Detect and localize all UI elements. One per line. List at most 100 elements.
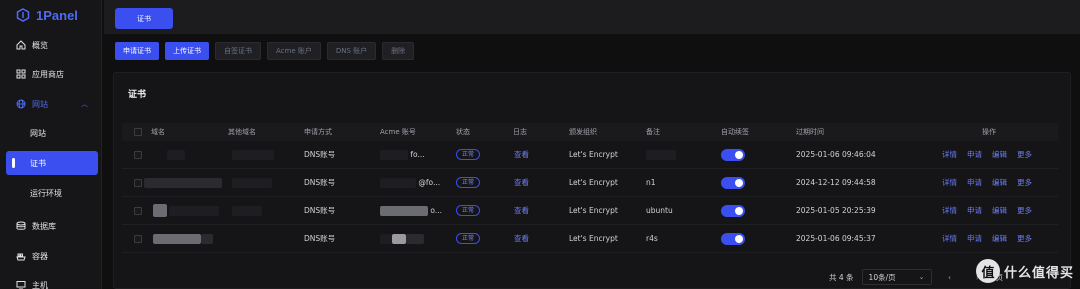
view-log-link[interactable]: 查看 <box>514 233 529 244</box>
more-link[interactable]: 更多 <box>1017 233 1032 244</box>
col-log[interactable]: 日志 <box>513 127 527 137</box>
sidebar-item-website[interactable]: 网站 <box>0 121 100 145</box>
grid-icon <box>16 69 26 79</box>
view-log-link[interactable]: 查看 <box>514 205 529 216</box>
certificate-card: 证书 域名 其他域名 申请方式 Acme 账号 状态 日志 颁发组织 备注 自动… <box>113 72 1071 289</box>
apply-link[interactable]: 申请 <box>967 205 982 216</box>
edit-link[interactable]: 编辑 <box>992 233 1007 244</box>
sidebar-item-label: 证书 <box>30 158 46 168</box>
row-checkbox[interactable] <box>134 234 142 243</box>
redacted-domain <box>153 204 220 217</box>
auto-renew-toggle[interactable] <box>721 232 745 245</box>
view-log-link[interactable]: 查看 <box>514 149 529 160</box>
dns-account-button[interactable]: DNS 账户 <box>326 42 377 60</box>
detail-link[interactable]: 详情 <box>942 149 957 160</box>
sidebar-item-label: 概览 <box>32 40 48 50</box>
edit-link[interactable]: 编辑 <box>992 149 1007 160</box>
auto-renew-toggle[interactable] <box>721 204 745 217</box>
auto-renew-toggle[interactable] <box>721 148 745 161</box>
col-domain[interactable]: 域名 <box>151 127 165 137</box>
col-auto-renew[interactable]: 自动续签 <box>721 127 749 137</box>
page-size-select[interactable]: 10条/页 ⌄ <box>861 269 932 285</box>
expire-value: 2024-12-12 09:44:58 <box>796 178 876 187</box>
row-checkbox[interactable] <box>134 178 142 187</box>
remark-value <box>646 149 676 160</box>
acme-account-value: @fo... <box>380 177 440 188</box>
remark-value: r4s <box>646 234 658 243</box>
row-actions: 详情 申请 编辑 更多 <box>942 177 1032 188</box>
status-text: 正常 <box>456 177 481 188</box>
remark-value: n1 <box>646 178 656 187</box>
chevron-up-icon: ︿ <box>81 100 88 108</box>
col-expire[interactable]: 过期时间 <box>796 127 824 137</box>
sidebar: 1Panel 概览 应用商店 网站 ︿ 网站 证书 运行环境 数据库 容器 主机 <box>0 0 102 289</box>
col-status[interactable]: 状态 <box>456 127 470 137</box>
detail-link[interactable]: 详情 <box>942 205 957 216</box>
app-logo[interactable]: 1Panel <box>0 0 101 30</box>
more-link[interactable]: 更多 <box>1017 205 1032 216</box>
apply-certificate-button[interactable]: 申请证书 <box>115 42 159 60</box>
tab-certificate[interactable]: 证书 <box>115 8 173 29</box>
view-log-link[interactable]: 查看 <box>514 177 529 188</box>
monitor-icon <box>16 281 26 289</box>
status-badge: 正常 <box>456 205 481 216</box>
acme-account-button[interactable]: Acme 账户 <box>267 42 321 60</box>
redacted-other-domains <box>232 177 272 188</box>
col-issuer[interactable]: 颁发组织 <box>569 127 597 137</box>
toolbar: 申请证书 上传证书 自签证书 Acme 账户 DNS 账户 删除 <box>115 42 415 60</box>
database-icon <box>16 221 26 230</box>
more-link[interactable]: 更多 <box>1017 149 1032 160</box>
sidebar-item-app-store[interactable]: 应用商店 <box>0 62 100 86</box>
edit-link[interactable]: 编辑 <box>992 205 1007 216</box>
expire-value: 2025-01-06 09:45:37 <box>796 234 876 243</box>
sidebar-item-host[interactable]: 主机 <box>0 273 100 289</box>
redacted-domain <box>153 233 213 244</box>
status-badge: 正常 <box>456 233 481 244</box>
more-link[interactable]: 更多 <box>1017 177 1032 188</box>
sidebar-item-overview[interactable]: 概览 <box>0 33 100 57</box>
sidebar-group-website[interactable]: 网站 ︿ <box>0 92 100 116</box>
detail-link[interactable]: 详情 <box>942 177 957 188</box>
watermark: 值 什么值得买 <box>975 259 1074 283</box>
sidebar-item-label: 数据库 <box>32 221 56 231</box>
app-logo-text: 1Panel <box>36 7 78 23</box>
col-remark[interactable]: 备注 <box>646 127 660 137</box>
apply-link[interactable]: 申请 <box>967 233 982 244</box>
sidebar-item-database[interactable]: 数据库 <box>0 214 100 238</box>
auto-renew-toggle[interactable] <box>721 176 745 189</box>
select-all-checkbox[interactable] <box>134 128 142 136</box>
certificate-table: 域名 其他域名 申请方式 Acme 账号 状态 日志 颁发组织 备注 自动续签 … <box>122 123 1058 253</box>
hexagon-logo-icon <box>16 8 30 22</box>
col-acme-account[interactable]: Acme 账号 <box>380 127 416 137</box>
apply-link[interactable]: 申请 <box>967 149 982 160</box>
row-checkbox[interactable] <box>134 150 142 159</box>
sidebar-item-label: 网站 <box>32 99 48 109</box>
col-other-domains[interactable]: 其他域名 <box>228 127 256 137</box>
row-actions: 详情 申请 编辑 更多 <box>942 205 1032 216</box>
self-signed-certificate-button[interactable]: 自签证书 <box>215 42 261 60</box>
status-badge: 正常 <box>456 149 481 160</box>
redacted-other-domains <box>232 205 262 216</box>
sidebar-item-container[interactable]: 容器 <box>0 244 100 268</box>
redacted-other-domains <box>232 149 274 160</box>
sidebar-item-label: 网站 <box>30 128 46 138</box>
acme-account-value: fo... <box>380 149 425 160</box>
upload-certificate-button[interactable]: 上传证书 <box>165 42 209 60</box>
sidebar-item-certificate[interactable]: 证书 <box>6 151 98 175</box>
total-count: 共 4 条 <box>829 272 854 282</box>
prev-page-button[interactable]: ‹ <box>940 269 960 285</box>
acme-suffix: o... <box>430 205 442 215</box>
row-actions: 详情 申请 编辑 更多 <box>942 233 1032 244</box>
col-method[interactable]: 申请方式 <box>304 127 332 137</box>
card-title: 证书 <box>128 90 147 100</box>
sidebar-item-label: 运行环境 <box>30 188 62 198</box>
apply-link[interactable]: 申请 <box>967 177 982 188</box>
sidebar-item-runtime[interactable]: 运行环境 <box>0 181 100 205</box>
container-icon <box>16 253 26 261</box>
row-checkbox[interactable] <box>134 206 142 215</box>
sidebar-item-label: 应用商店 <box>32 69 64 79</box>
edit-link[interactable]: 编辑 <box>992 177 1007 188</box>
status-badge: 正常 <box>456 177 481 188</box>
detail-link[interactable]: 详情 <box>942 233 957 244</box>
delete-button[interactable]: 删除 <box>382 42 415 60</box>
